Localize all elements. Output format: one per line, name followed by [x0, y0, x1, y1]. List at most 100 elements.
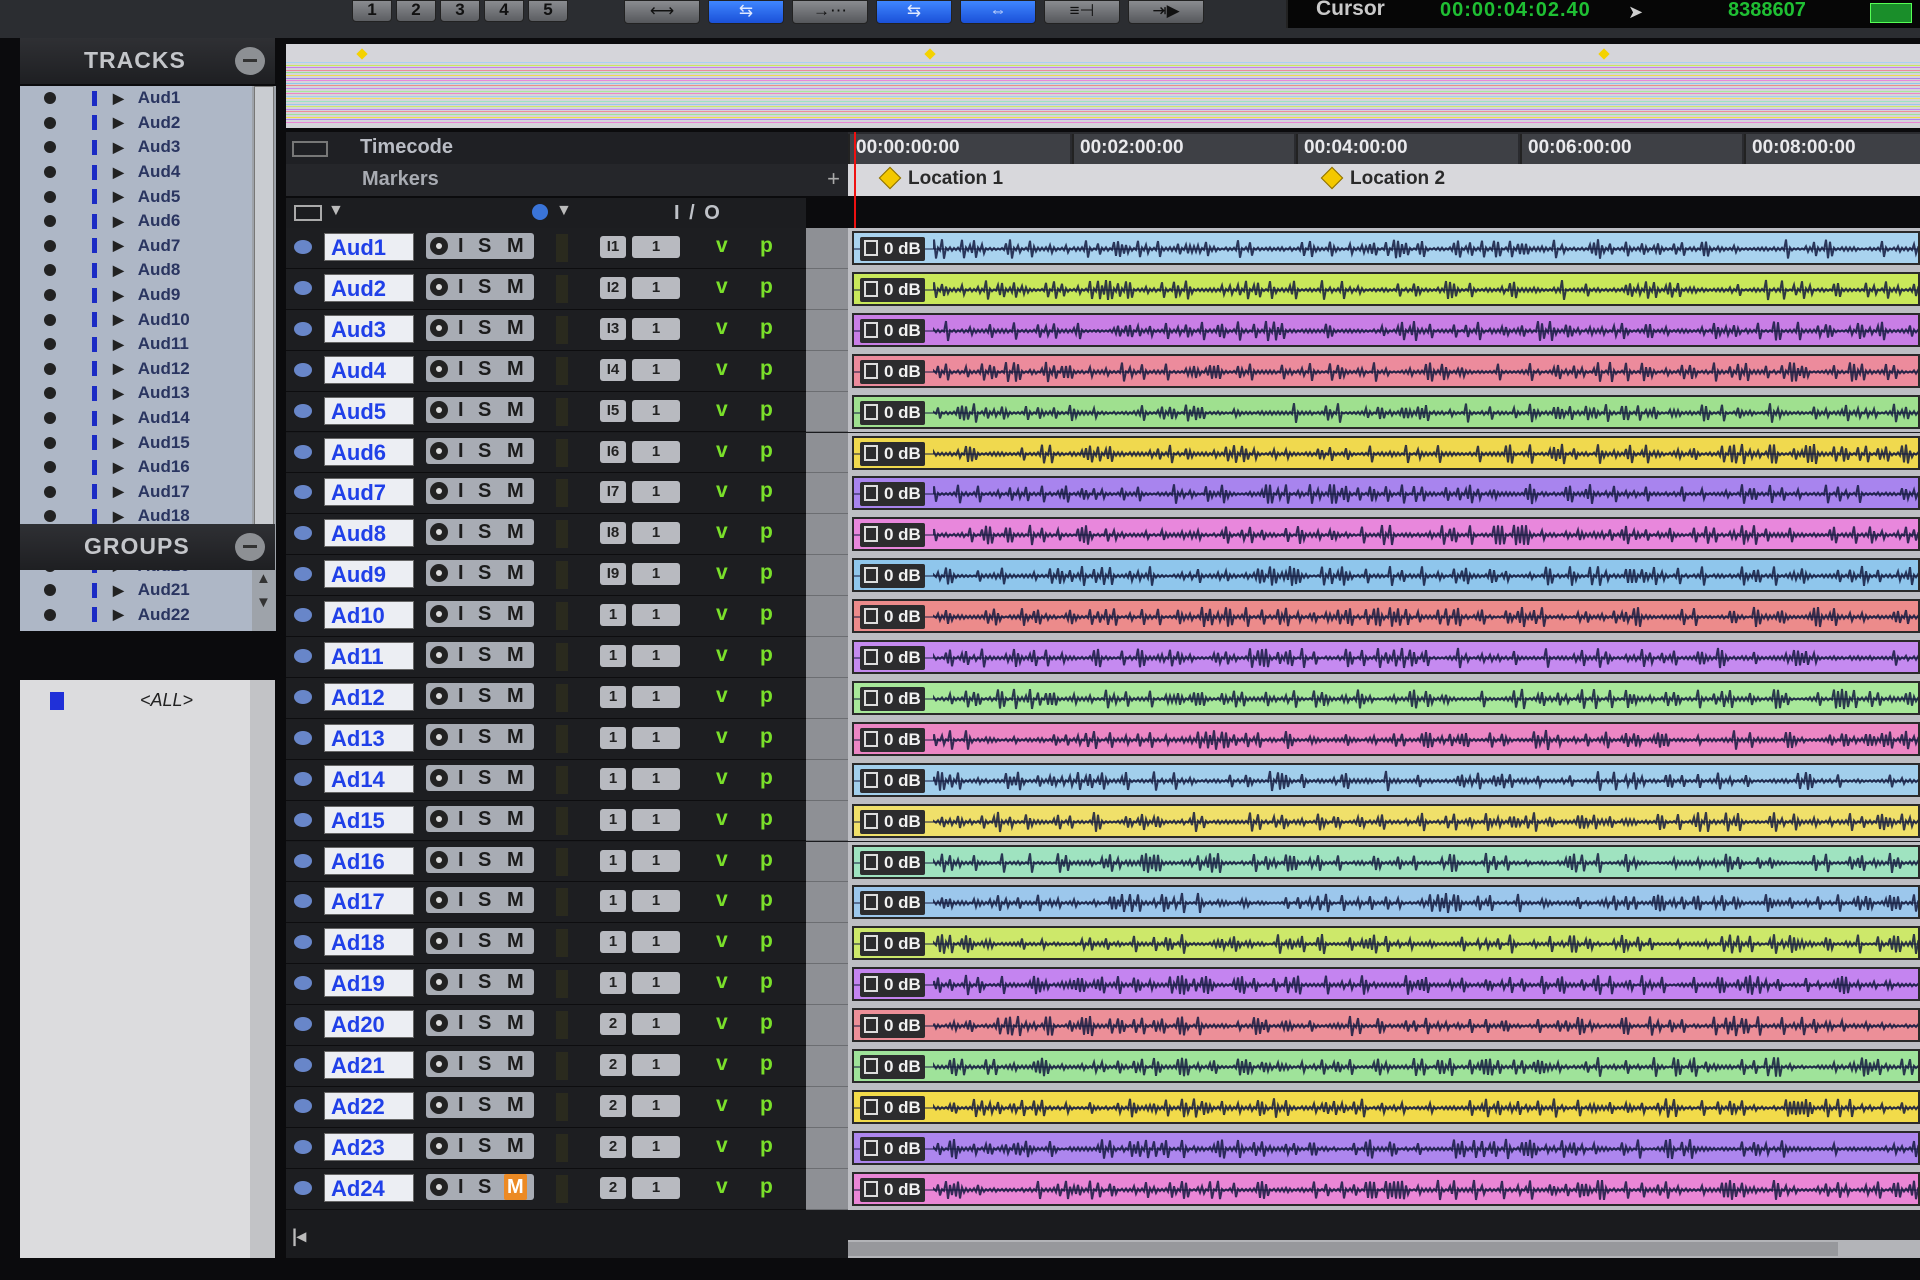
track-playlist-lane[interactable]: 0 dB: [848, 1127, 1920, 1169]
solo-button[interactable]: S: [478, 642, 491, 668]
record-enable-button[interactable]: [430, 727, 448, 746]
show-hide-dot-icon[interactable]: [44, 485, 56, 498]
track-playlist-lane[interactable]: 0 dB: [848, 350, 1920, 392]
playlist-selector[interactable]: p: [760, 970, 773, 994]
audio-clip[interactable]: 0 dB: [852, 926, 1920, 961]
track-name-field[interactable]: Ad21: [324, 1051, 414, 1079]
track-input-selector[interactable]: I1: [600, 236, 626, 258]
clip-gain-label[interactable]: 0 dB: [860, 686, 925, 711]
record-enable-button[interactable]: [430, 605, 448, 624]
playlist-selector[interactable]: p: [760, 561, 773, 585]
playlist-selector[interactable]: p: [760, 643, 773, 667]
track-list-item[interactable]: ▶ Aud7: [20, 234, 252, 259]
input-monitor-button[interactable]: I: [458, 601, 464, 627]
playlist-selector[interactable]: p: [760, 1175, 773, 1199]
track-list-scroll-thumb[interactable]: [254, 86, 274, 564]
voice-selector[interactable]: v: [716, 1093, 728, 1117]
track-select-icon[interactable]: [294, 362, 312, 377]
track-playlist-lane[interactable]: 0 dB: [848, 268, 1920, 310]
track-list-item[interactable]: ▶ Aud21: [20, 578, 252, 603]
clip-gain-label[interactable]: 0 dB: [860, 277, 925, 302]
timecode-ruler[interactable]: 00:00:00:00 00:02:00:00 00:04:00:00 00:06:0…: [848, 132, 1920, 164]
track-output-selector[interactable]: 1: [632, 236, 680, 258]
mute-button[interactable]: M: [504, 642, 527, 668]
track-list-item[interactable]: ▶ Aud15: [20, 430, 252, 455]
voice-selector[interactable]: v: [716, 848, 728, 872]
show-hide-dot-icon[interactable]: [44, 338, 56, 351]
audio-clip[interactable]: 0 dB: [852, 844, 1920, 879]
record-enable-button[interactable]: [430, 646, 448, 664]
input-monitor-button[interactable]: I: [458, 1133, 464, 1159]
input-monitor-button[interactable]: I: [458, 274, 464, 300]
clip-gain-label[interactable]: 0 dB: [860, 973, 925, 998]
track-select-icon[interactable]: [294, 976, 312, 991]
input-monitor-button[interactable]: I: [458, 356, 464, 382]
track-output-selector[interactable]: 1: [632, 358, 680, 381]
voice-selector[interactable]: v: [716, 439, 728, 463]
playlist-selector[interactable]: p: [760, 684, 773, 708]
solo-button[interactable]: S: [478, 397, 491, 423]
audio-clip[interactable]: 0 dB: [852, 885, 1920, 920]
ruler-menu-icon[interactable]: [292, 141, 328, 157]
clip-gain-label[interactable]: 0 dB: [860, 605, 925, 630]
input-monitor-button[interactable]: I: [458, 724, 464, 750]
solo-button[interactable]: S: [478, 315, 491, 341]
track-name-field[interactable]: Ad17: [324, 887, 414, 916]
chevron-down-icon[interactable]: ▼: [328, 202, 344, 220]
clip-gain-label[interactable]: 0 dB: [860, 400, 925, 425]
track-name-field[interactable]: Ad19: [324, 969, 414, 998]
track-playlist-lane[interactable]: 0 dB: [848, 1046, 1920, 1087]
show-hide-dot-icon[interactable]: [44, 608, 56, 621]
track-output-selector[interactable]: 1: [632, 399, 680, 422]
track-output-selector[interactable]: 1: [632, 563, 680, 586]
solo-button[interactable]: S: [478, 519, 491, 545]
audio-clip[interactable]: 0 dB: [852, 231, 1920, 265]
track-select-icon[interactable]: [294, 649, 312, 663]
session-overview[interactable]: [286, 44, 1920, 128]
track-output-selector[interactable]: 1: [632, 767, 680, 790]
chevron-down-icon[interactable]: ▼: [556, 202, 572, 220]
voice-selector[interactable]: v: [716, 970, 728, 994]
group-row-all[interactable]: <ALL>: [20, 688, 250, 714]
clip-gain-label[interactable]: 0 dB: [860, 850, 925, 875]
input-monitor-button[interactable]: I: [458, 1174, 464, 1200]
playlist-selector[interactable]: p: [760, 520, 773, 544]
track-playlist-lane[interactable]: 0 dB: [848, 923, 1920, 965]
solo-button[interactable]: S: [478, 683, 491, 709]
input-monitor-button[interactable]: I: [458, 887, 464, 913]
track-select-icon[interactable]: [294, 935, 312, 950]
zoom-preset-3-button[interactable]: 3: [440, 0, 480, 22]
audio-clip[interactable]: 0 dB: [852, 640, 1920, 674]
track-name-field[interactable]: Ad13: [324, 723, 414, 752]
track-list-item[interactable]: ▶ Aud22: [20, 602, 252, 627]
track-input-selector[interactable]: I8: [600, 522, 626, 545]
track-output-selector[interactable]: 1: [632, 1094, 680, 1117]
solo-button[interactable]: S: [478, 806, 491, 832]
track-playlist-lane[interactable]: 0 dB: [848, 473, 1920, 515]
playlist-selector[interactable]: p: [760, 929, 773, 953]
mute-button[interactable]: M: [504, 1173, 527, 1200]
edit-tool-4-button[interactable]: ⇆: [876, 0, 952, 24]
track-select-icon[interactable]: [294, 321, 312, 336]
groups-scrollbar[interactable]: [250, 680, 275, 1270]
audio-clip[interactable]: 0 dB: [852, 476, 1920, 511]
track-playlist-lane[interactable]: 0 dB: [848, 718, 1920, 760]
solo-button[interactable]: S: [478, 969, 491, 995]
show-hide-dot-icon[interactable]: [44, 92, 56, 105]
track-playlist-lane[interactable]: 0 dB: [848, 596, 1920, 637]
playlist-selector[interactable]: p: [760, 848, 773, 872]
audio-clip[interactable]: 0 dB: [852, 517, 1920, 552]
voice-selector[interactable]: v: [716, 766, 728, 790]
voice-selector[interactable]: v: [716, 234, 728, 258]
solo-button[interactable]: S: [478, 847, 491, 873]
playlist-selector[interactable]: p: [760, 479, 773, 503]
edit-tool-6-button[interactable]: ≡⊣: [1044, 0, 1120, 24]
solo-button[interactable]: S: [478, 274, 491, 300]
show-hide-dot-icon[interactable]: [44, 412, 56, 425]
edit-tool-7-button[interactable]: ⇥▶: [1128, 0, 1204, 24]
clip-gain-label[interactable]: 0 dB: [860, 441, 925, 466]
track-select-icon[interactable]: [294, 444, 312, 459]
track-select-icon[interactable]: [294, 771, 312, 786]
track-output-selector[interactable]: 1: [632, 1135, 680, 1158]
playlist-selector[interactable]: p: [760, 1052, 773, 1076]
